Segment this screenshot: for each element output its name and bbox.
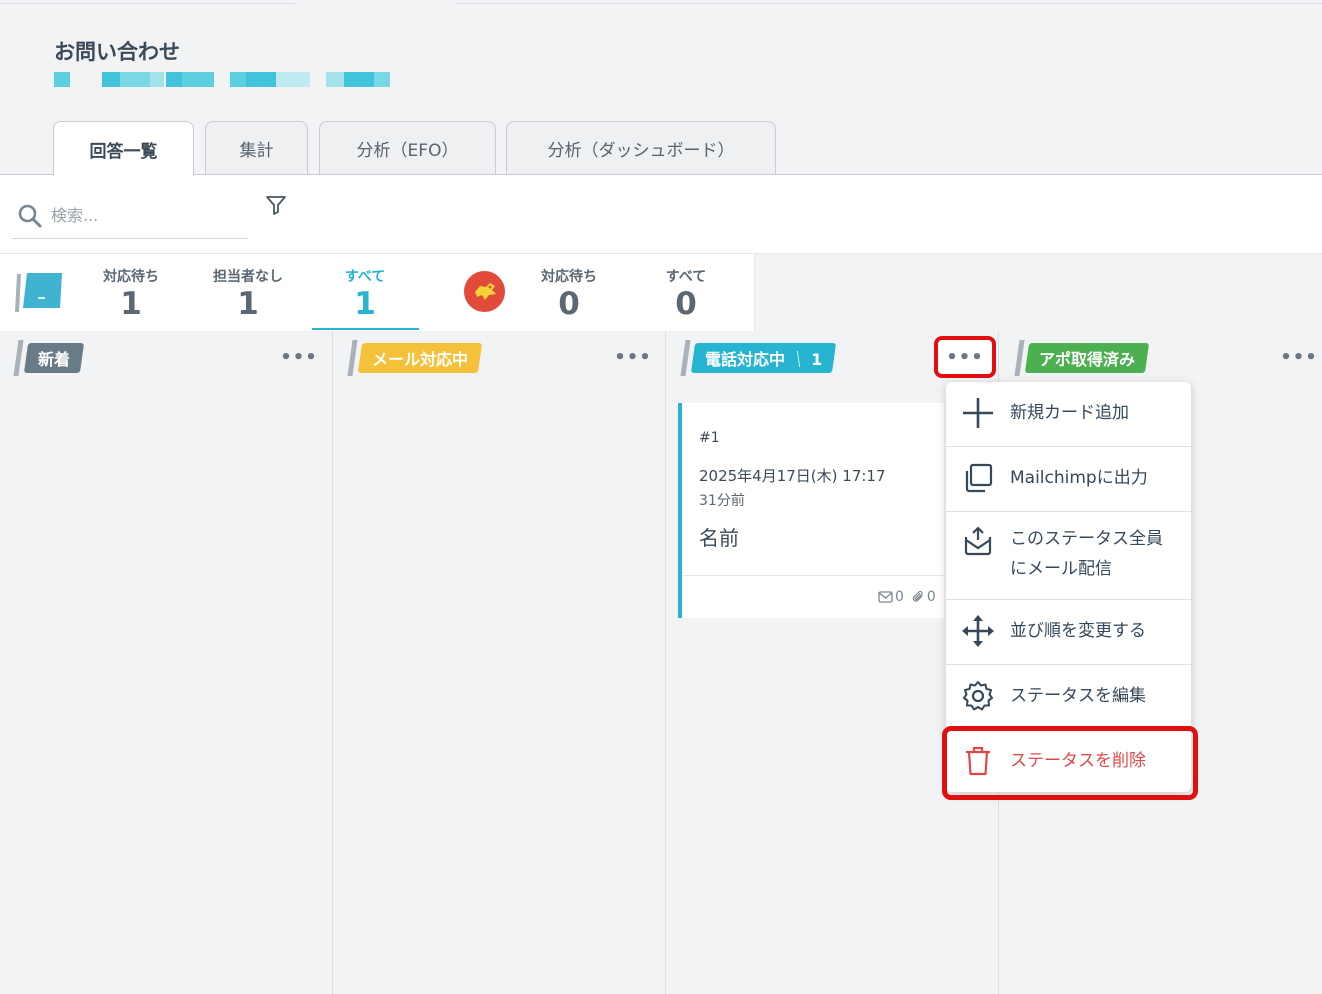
menu-item-label: ステータスを編集 bbox=[1010, 686, 1146, 706]
stat-label: 対応待ち bbox=[103, 269, 159, 285]
card-number: #1 bbox=[699, 430, 720, 446]
menu-item-label-line1: このステータス全員 bbox=[1010, 529, 1163, 549]
stat-my-waiting[interactable]: 対応待ち 0 bbox=[534, 266, 604, 322]
column-tag-pill: 新着 bbox=[23, 343, 85, 373]
stat-value: 1 bbox=[120, 286, 142, 322]
mail-count: 0 bbox=[895, 589, 904, 605]
attachment-count: 0 bbox=[926, 589, 936, 605]
browser-top-strip bbox=[0, 0, 1322, 4]
column-label: 新着 bbox=[38, 350, 71, 369]
stat-value: 0 bbox=[675, 286, 697, 322]
stat-label: すべて bbox=[344, 269, 386, 285]
card-relative-time: 31分前 bbox=[699, 493, 745, 509]
menu-item-mailchimp-export[interactable]: Mailchimpに出力 bbox=[946, 463, 1191, 493]
card-counters: 0 0 bbox=[878, 589, 936, 605]
mail-counter: 0 bbox=[878, 589, 904, 605]
top-strip-segment bbox=[455, 0, 1322, 4]
tab-analysis-dashboard[interactable]: 分析（ダッシュボード） bbox=[506, 121, 776, 175]
stat-label: 対応待ち bbox=[541, 269, 597, 285]
menu-item-label: 新規カード追加 bbox=[1010, 403, 1129, 423]
stat-value: 0 bbox=[558, 286, 580, 322]
column-count: 1 bbox=[811, 350, 823, 369]
card-name: 名前 bbox=[699, 526, 739, 550]
menu-item-label-line2: にメール配信 bbox=[1010, 559, 1112, 579]
column-tag-appointment: アポ取得済み bbox=[1014, 340, 1150, 376]
menu-separator bbox=[946, 664, 1191, 665]
column-more-button[interactable]: ••• bbox=[614, 344, 651, 370]
page-title: お問い合わせ bbox=[54, 40, 180, 64]
copy-icon bbox=[946, 463, 1010, 493]
column-tag-mail: メール対応中 bbox=[347, 340, 483, 376]
column-label-group: 電話対応中 1 bbox=[705, 346, 822, 370]
menu-separator bbox=[946, 511, 1191, 512]
search-input[interactable] bbox=[51, 206, 231, 225]
tab-summary[interactable]: 集計 bbox=[205, 121, 308, 175]
response-card[interactable]: #1 2025年4月17日(木) 17:17 31分前 名前 0 0 bbox=[678, 403, 944, 618]
active-stat-underline bbox=[312, 328, 419, 330]
tab-responses[interactable]: 回答一覧 bbox=[53, 121, 194, 176]
menu-separator bbox=[946, 446, 1191, 447]
stat-label: 担当者なし bbox=[213, 269, 283, 285]
menu-item-add-card[interactable]: 新規カード追加 bbox=[946, 398, 1191, 428]
search-box bbox=[12, 193, 248, 239]
attachment-counter: 0 bbox=[912, 589, 936, 605]
card-footer-divider bbox=[682, 575, 944, 576]
team-flag-icon[interactable] bbox=[14, 272, 64, 314]
column-more-button[interactable]: ••• bbox=[1280, 344, 1317, 370]
top-strip-segment bbox=[0, 0, 295, 4]
paperclip-icon bbox=[912, 590, 923, 602]
menu-item-label: Mailchimpに出力 bbox=[1010, 468, 1148, 488]
tab-analysis-efo[interactable]: 分析（EFO） bbox=[319, 121, 496, 175]
menu-item-mail-all[interactable]: このステータス全員 にメール配信 bbox=[946, 524, 1191, 584]
menu-item-reorder[interactable]: 並び順を変更する bbox=[946, 614, 1191, 648]
menu-item-label: このステータス全員 にメール配信 bbox=[1010, 524, 1163, 584]
column-divider bbox=[665, 331, 666, 994]
delete-highlight-box bbox=[942, 726, 1198, 800]
column-tag-pill: メール対応中 bbox=[357, 343, 483, 373]
column-divider bbox=[332, 331, 333, 994]
menu-separator bbox=[946, 599, 1191, 600]
column-tag-pill: アポ取得済み bbox=[1024, 343, 1150, 373]
stat-waiting[interactable]: 対応待ち 1 bbox=[96, 266, 166, 322]
filter-icon[interactable] bbox=[262, 191, 290, 219]
column-more-button[interactable]: ••• bbox=[934, 336, 996, 378]
column-tag-pill: 電話対応中 1 bbox=[690, 343, 837, 373]
column-count-divider bbox=[796, 351, 800, 367]
column-label: アポ取得済み bbox=[1039, 350, 1136, 369]
column-tag-phone: 電話対応中 1 bbox=[680, 340, 837, 376]
user-avatar[interactable] bbox=[464, 271, 505, 312]
stat-value: 1 bbox=[354, 286, 376, 322]
stat-value: 1 bbox=[237, 286, 259, 322]
gear-icon bbox=[946, 680, 1010, 712]
plus-icon bbox=[946, 396, 1010, 430]
menu-item-edit-status[interactable]: ステータスを編集 bbox=[946, 681, 1191, 711]
column-tag-new: 新着 bbox=[13, 340, 85, 376]
mail-icon bbox=[878, 591, 893, 603]
menu-item-label: 並び順を変更する bbox=[1010, 621, 1146, 641]
stat-my-all[interactable]: すべて 0 bbox=[651, 266, 721, 322]
column-label: 電話対応中 bbox=[705, 350, 786, 369]
move-icon bbox=[946, 614, 1010, 648]
card-datetime: 2025年4月17日(木) 17:17 bbox=[699, 467, 886, 485]
masked-subtitle bbox=[54, 72, 390, 87]
stat-label: すべて bbox=[665, 269, 707, 285]
mail-send-icon bbox=[946, 524, 1010, 556]
column-more-button[interactable]: ••• bbox=[280, 344, 317, 370]
column-label: メール対応中 bbox=[372, 350, 469, 369]
stat-unassigned[interactable]: 担当者なし 1 bbox=[205, 266, 291, 322]
search-icon bbox=[15, 201, 45, 231]
stat-all[interactable]: すべて 1 bbox=[330, 266, 400, 322]
